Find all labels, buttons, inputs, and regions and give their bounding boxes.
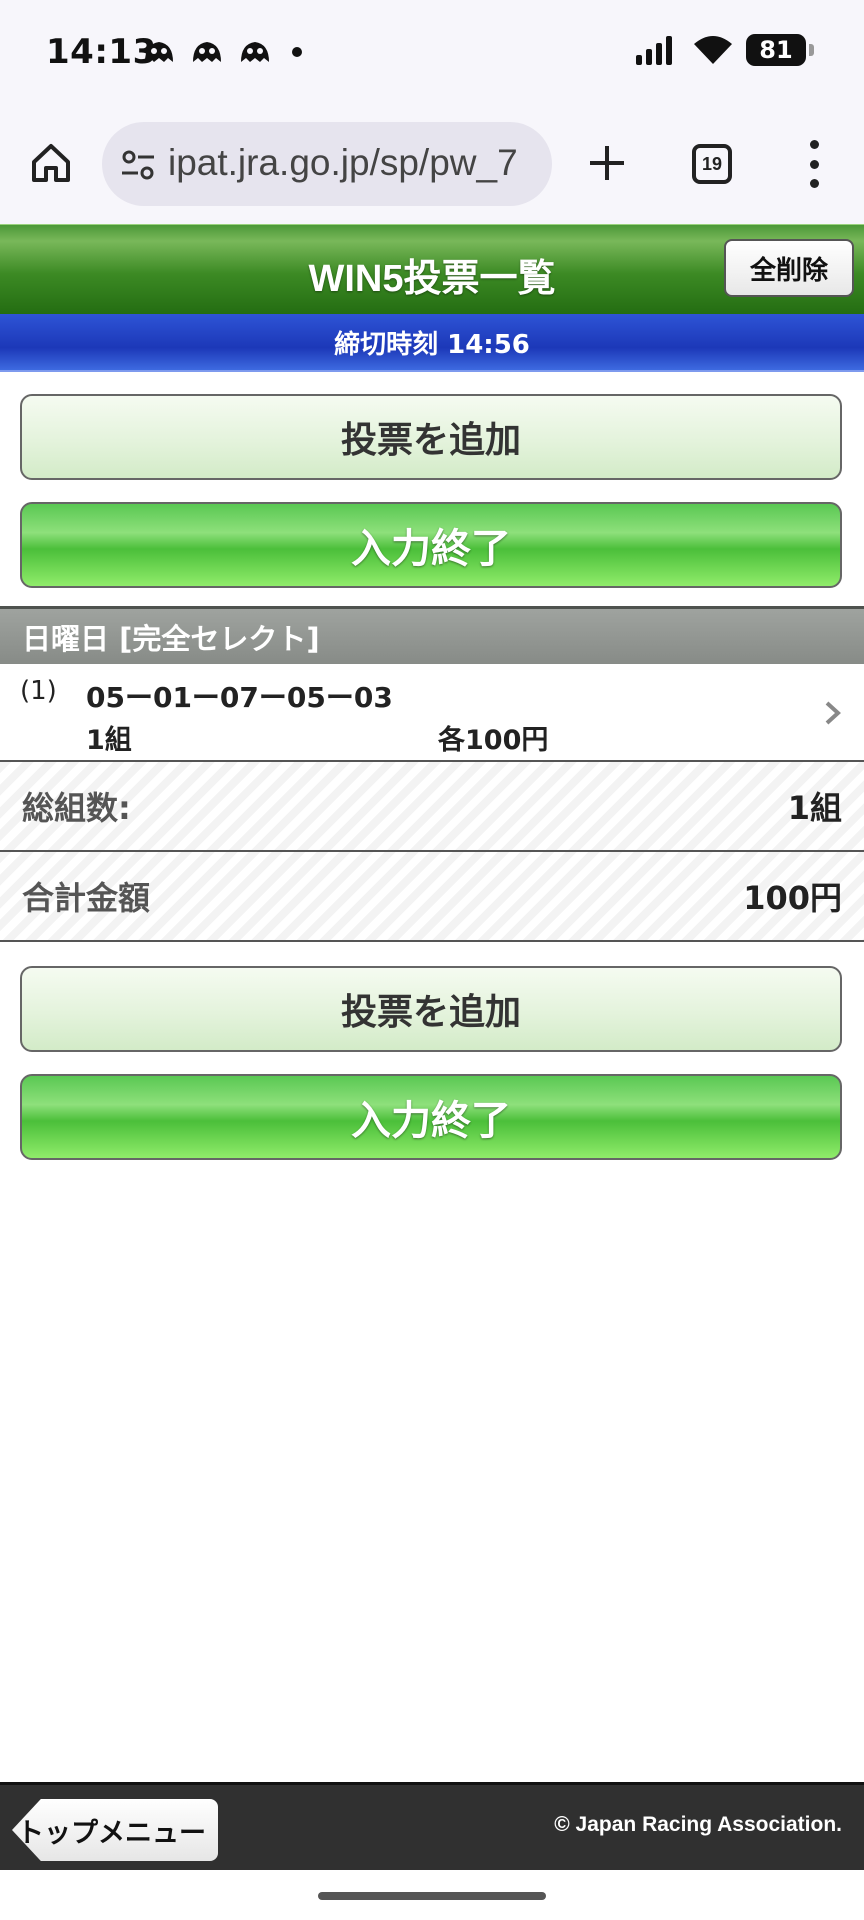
top-menu-button[interactable]: トップメニュー: [12, 1799, 218, 1861]
finish-input-button[interactable]: 入力終了: [20, 502, 842, 588]
status-bar: 14:13 81: [0, 0, 864, 108]
home-indicator[interactable]: [318, 1892, 546, 1900]
total-combinations-row: 総組数: 1組: [0, 762, 864, 852]
wifi-icon: [694, 36, 732, 64]
site-settings-icon[interactable]: [120, 148, 156, 182]
deadline-bar: 締切時刻 14:56: [0, 314, 864, 372]
browser-toolbar: ipat.jra.go.jp/sp/pw_7 19: [0, 108, 864, 224]
entry-index: (1): [20, 676, 57, 706]
delete-all-button[interactable]: 全削除: [724, 239, 854, 297]
page-header: WIN5投票一覧 全削除: [0, 224, 864, 314]
status-time: 14:13: [46, 32, 157, 72]
entry-amount: 各100円: [438, 725, 549, 756]
ghost-icon: [241, 42, 269, 62]
battery-cap: [809, 44, 814, 56]
cell-signal-icon: [636, 36, 672, 65]
footer: トップメニュー © Japan Racing Association.: [0, 1782, 864, 1870]
add-vote-button[interactable]: 投票を追加: [20, 394, 842, 480]
battery-level: 81: [759, 36, 793, 64]
chevron-right-icon: [825, 701, 841, 725]
system-icons: 81: [636, 34, 814, 66]
entry-combination: 05ー01ー07ー05ー03: [86, 681, 393, 714]
total-combinations-value: 1組: [787, 789, 842, 827]
total-amount-value: 100円: [743, 879, 842, 917]
address-bar[interactable]: ipat.jra.go.jp/sp/pw_7: [102, 122, 552, 206]
section-header: 日曜日 [完全セレクト]: [0, 606, 864, 664]
copyright-text: © Japan Racing Association.: [554, 1813, 842, 1836]
ghost-icon: [145, 42, 173, 62]
entry-count: 1組: [86, 725, 132, 756]
tab-switcher-icon[interactable]: 19: [692, 144, 732, 184]
more-menu-icon[interactable]: [808, 140, 820, 188]
total-combinations-label: 総組数:: [22, 789, 131, 827]
url-text: ipat.jra.go.jp/sp/pw_7: [168, 142, 518, 183]
more-notifications-dot-icon: [292, 47, 302, 57]
finish-input-button-bottom[interactable]: 入力終了: [20, 1074, 842, 1160]
notification-icons: [142, 38, 302, 66]
total-amount-label: 合計金額: [22, 879, 151, 917]
list-item[interactable]: (1) 05ー01ー07ー05ー03 1組 各100円: [0, 664, 864, 762]
new-tab-icon[interactable]: [586, 142, 628, 184]
total-amount-row: 合計金額 100円: [0, 852, 864, 942]
battery-indicator: 81: [746, 34, 814, 66]
ghost-icon: [193, 42, 221, 62]
gesture-area: [0, 1870, 864, 1920]
add-vote-button-bottom[interactable]: 投票を追加: [20, 966, 842, 1052]
home-icon[interactable]: [28, 140, 74, 186]
